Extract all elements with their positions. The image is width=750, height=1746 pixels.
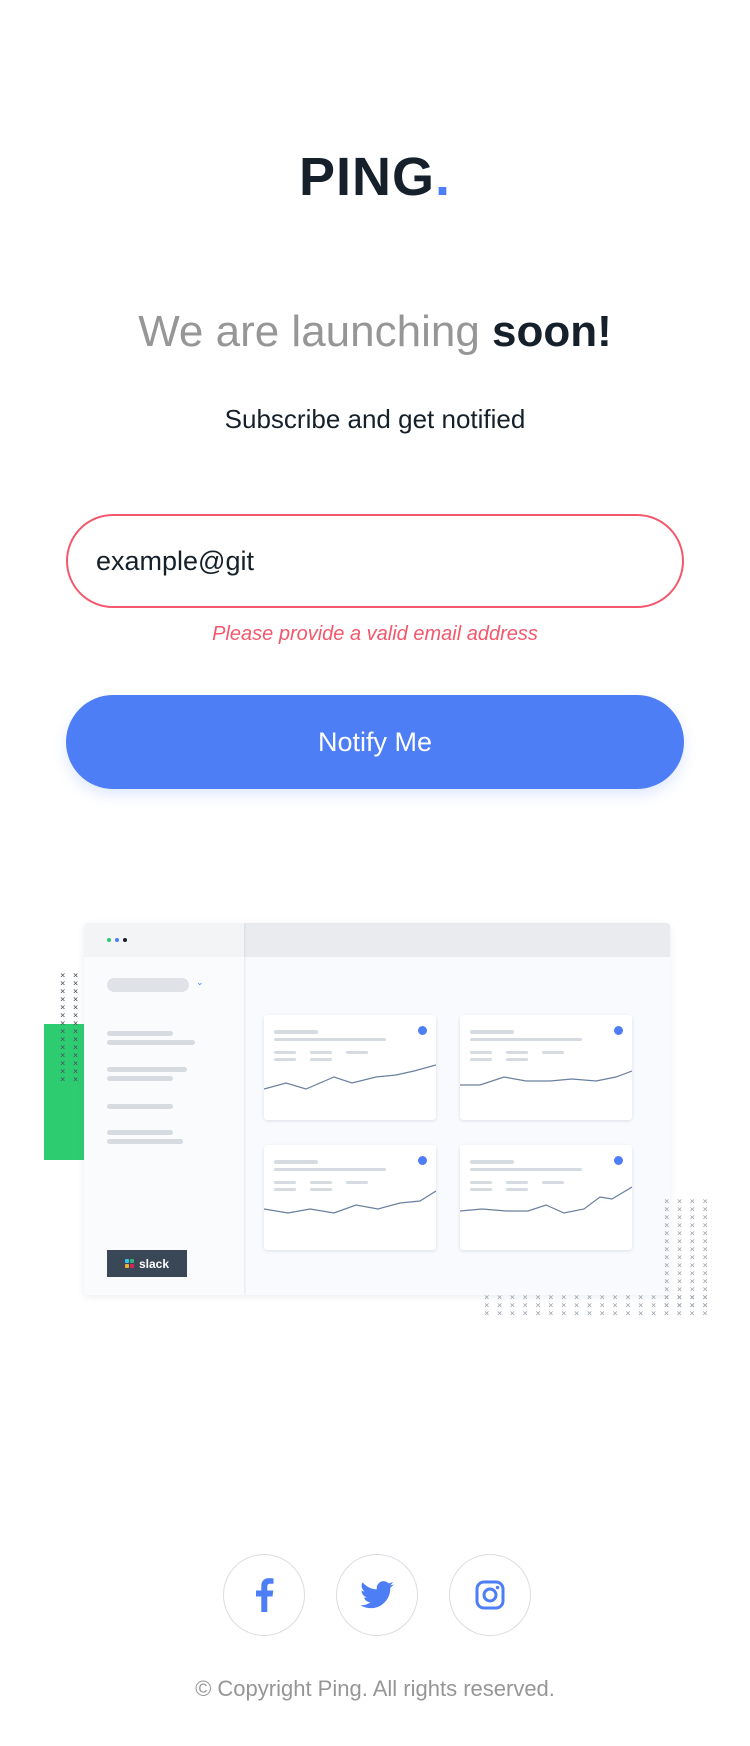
instagram-icon [475, 1580, 505, 1610]
check-icon [614, 1026, 623, 1035]
sidebar-line [107, 1139, 183, 1144]
copyright-text: © Copyright Ping. All rights reserved. [195, 1676, 555, 1701]
app-sidebar: ⌄ slack [84, 923, 244, 1295]
card-line [274, 1181, 296, 1184]
card-line [542, 1051, 564, 1054]
sidebar-line [107, 1031, 173, 1036]
mini-line-chart [264, 1064, 436, 1090]
sidebar-line [107, 1040, 195, 1045]
card-line [470, 1038, 582, 1041]
notify-me-button[interactable]: Notify Me [66, 695, 684, 789]
chart-card [460, 1015, 632, 1120]
window-dot-green [107, 938, 111, 942]
decorative-x-pattern: × × × × × × × × × × × × × × × × × × × × … [484, 1294, 708, 1319]
decorative-x-pattern: × × × × × × × × × × × × × × × × × × × × … [60, 972, 86, 1085]
logo-dot: . [435, 147, 452, 207]
card-line [346, 1181, 368, 1184]
card-line [506, 1181, 528, 1184]
card-line [346, 1051, 368, 1054]
window-dot-dark [123, 938, 127, 942]
card-line [274, 1038, 386, 1041]
facebook-link[interactable] [223, 1554, 305, 1636]
slack-icon [124, 1258, 135, 1269]
check-icon [418, 1156, 427, 1165]
card-line [274, 1168, 386, 1171]
mini-line-chart [264, 1190, 436, 1214]
headline-prefix: We are launching [138, 307, 493, 356]
mini-line-chart [460, 1070, 632, 1086]
logo: PING. [0, 150, 750, 204]
card-line [470, 1051, 492, 1054]
slack-badge-text: slack [138, 1256, 170, 1271]
window-dot-blue [115, 938, 119, 942]
card-line [470, 1160, 514, 1164]
chart-card [264, 1015, 436, 1120]
email-input[interactable] [66, 514, 684, 608]
headline-emphasis: soon! [492, 307, 612, 356]
card-line [310, 1051, 332, 1054]
card-line [542, 1181, 564, 1184]
check-icon [418, 1026, 427, 1035]
card-line [506, 1051, 528, 1054]
workspace-selector [107, 978, 189, 992]
sidebar-line [107, 1076, 173, 1081]
instagram-link[interactable] [449, 1554, 531, 1636]
sidebar-line [107, 1104, 173, 1109]
card-line [470, 1030, 514, 1034]
card-line [274, 1030, 318, 1034]
card-line [470, 1181, 492, 1184]
mini-line-chart [460, 1186, 632, 1214]
card-line [274, 1051, 296, 1054]
slack-badge: slack [107, 1250, 187, 1277]
card-line [274, 1160, 318, 1164]
sidebar-line [107, 1067, 187, 1072]
chart-card [264, 1145, 436, 1250]
chart-card [460, 1145, 632, 1250]
twitter-link[interactable] [336, 1554, 418, 1636]
app-window-mockup: ⌄ slack [84, 923, 670, 1295]
check-icon [614, 1156, 623, 1165]
dashboard-illustration: × × × × × × × × × × × × × × × × × × × × … [44, 920, 708, 1330]
headline: We are launching soon! [0, 306, 750, 358]
sidebar-line [107, 1130, 173, 1135]
chevron-down-icon: ⌄ [196, 977, 204, 987]
card-line [310, 1181, 332, 1184]
logo-text: PING [298, 147, 435, 207]
card-line [470, 1168, 582, 1171]
page: PING. We are launching soon! Subscribe a… [0, 0, 750, 1746]
error-message: Please provide a valid email address [212, 623, 538, 645]
twitter-icon [360, 1581, 394, 1609]
subtitle: Subscribe and get notified [224, 404, 526, 434]
facebook-icon [256, 1578, 274, 1612]
